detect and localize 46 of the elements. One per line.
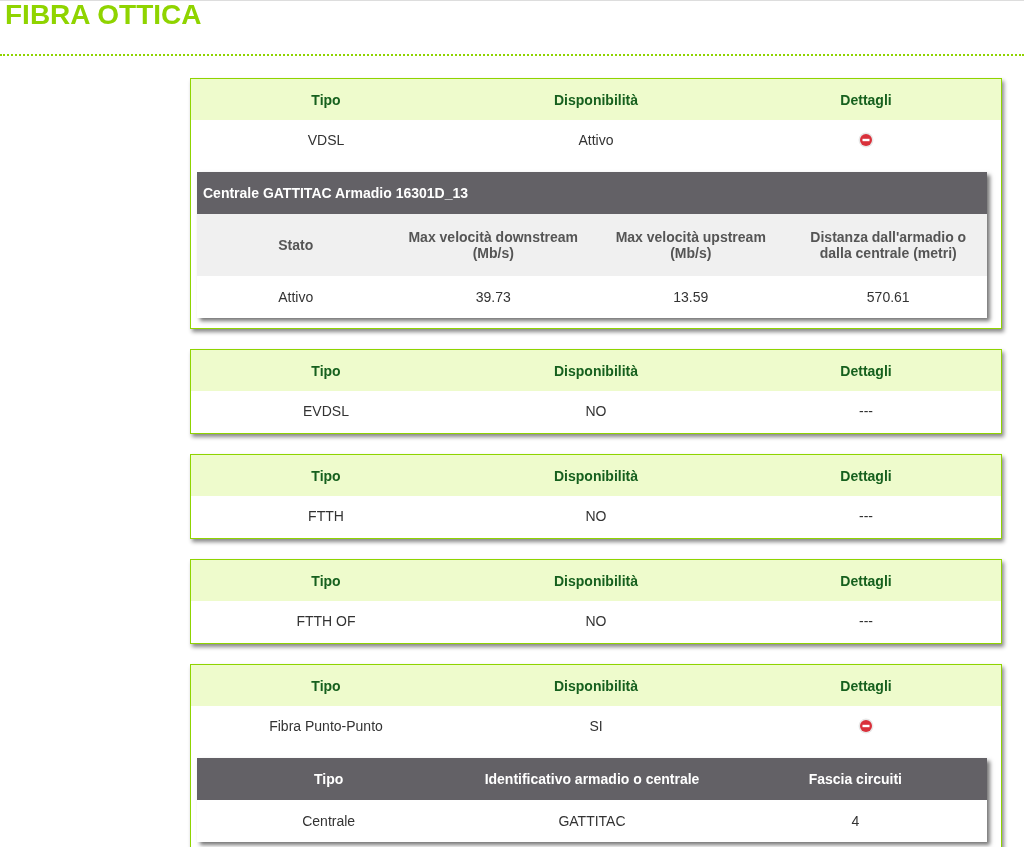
column-header: Max velocità downstream (Mb/s)	[407, 229, 580, 261]
table-cell: Fibra Punto-Punto	[269, 718, 383, 734]
column-header: Fascia circuiti	[807, 771, 903, 787]
column-header: Disponibilità	[554, 572, 638, 589]
panel-title: Centrale GATTITAC Armadio 16301D_13	[197, 172, 987, 214]
collapse-button[interactable]	[858, 132, 874, 148]
table-cell: NO	[585, 613, 607, 629]
column-header: Tipo	[311, 91, 341, 108]
column-header: Disponibilità	[554, 91, 638, 108]
table-cell: ---	[859, 508, 873, 524]
column-header: Disponibilità	[554, 677, 638, 694]
column-header: Disponibilità	[554, 467, 638, 484]
page-title: FIBRA OTTICA	[4, 1, 203, 29]
column-header: Tipo	[311, 572, 341, 589]
table-cell: VDSL	[307, 132, 345, 148]
column-header: Distanza dall'armadio o dalla centrale (metri)	[809, 229, 968, 261]
table-cell: SI	[589, 718, 603, 734]
table-cell-text: Attivo	[277, 289, 315, 305]
table-cell: ---	[859, 403, 873, 419]
table-cell: Attivo	[578, 132, 614, 148]
table-cell: EVDSL	[303, 403, 349, 419]
column-header: Dettagli	[840, 362, 892, 379]
table-cell: FTTH	[308, 508, 344, 524]
column-header: Tipo	[311, 362, 341, 379]
table-cell-text: 570.61	[865, 289, 911, 305]
table-cell-text: Centrale	[301, 813, 357, 829]
table-cell-text: GATTITAC	[557, 813, 627, 829]
column-header: Dettagli	[840, 467, 892, 484]
column-header: Max velocità upstream (Mb/s)	[614, 229, 767, 261]
table-cell-text: 4	[850, 813, 861, 829]
column-header: Dettagli	[840, 677, 892, 694]
table-cell: NO	[585, 403, 607, 419]
column-header: Dettagli	[840, 572, 892, 589]
column-header: Tipo	[311, 677, 341, 694]
table-cell-text: 13.59	[672, 289, 710, 305]
table-cell: FTTH OF	[296, 613, 356, 629]
column-header: Dettagli	[840, 91, 892, 108]
table-cell: NO	[585, 508, 607, 524]
collapse-button[interactable]	[858, 718, 874, 734]
column-header: Identificativo armadio o centrale	[483, 771, 701, 787]
table-cell: ---	[859, 613, 873, 629]
column-header: Disponibilità	[554, 362, 638, 379]
column-header: Tipo	[311, 467, 341, 484]
column-header: Tipo	[313, 771, 345, 787]
table-cell-text: 39.73	[474, 289, 512, 305]
column-header: Stato	[277, 237, 315, 253]
